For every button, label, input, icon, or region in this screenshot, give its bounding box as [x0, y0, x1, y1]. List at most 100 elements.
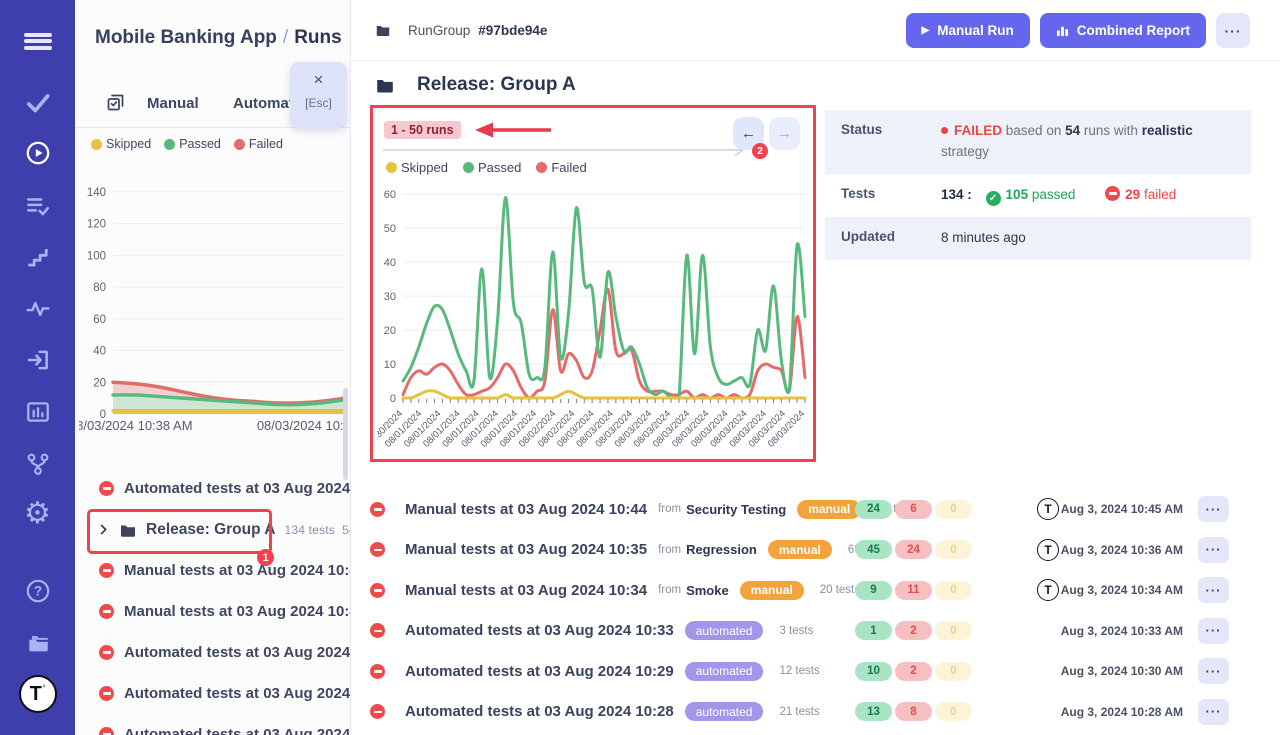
skipped-pill: 0	[935, 500, 972, 519]
app-logo[interactable]: T'	[19, 675, 57, 713]
legend-failed[interactable]: Failed	[536, 160, 586, 175]
failed-dot-icon	[234, 139, 245, 150]
updated-row: Updated 8 minutes ago	[825, 217, 1251, 260]
svg-text:40: 40	[384, 257, 396, 269]
list-item[interactable]: Automated tests at 03 Aug 2024 10	[75, 673, 351, 714]
panel-scrollbar[interactable]	[343, 388, 348, 480]
breadcrumb-project[interactable]: Mobile Banking App	[95, 27, 277, 48]
menu-icon[interactable]	[23, 26, 53, 56]
status-value: FAILED	[954, 123, 1002, 138]
skipped-dot-icon	[386, 162, 397, 173]
runs-mini-chart: 02040608010012014008/03/2024 10:38 AM08/…	[79, 154, 347, 454]
next-runs-button[interactable]: →	[769, 117, 800, 150]
table-row[interactable]: Automated tests at 03 Aug 2024 10:29 aut…	[370, 651, 1229, 692]
svg-text:120: 120	[87, 219, 106, 231]
chevron-right-icon[interactable]	[97, 523, 110, 536]
manual-tag: manual	[797, 500, 861, 519]
row-more-button[interactable]: ···	[1198, 658, 1229, 684]
main-chart-legend: Skipped Passed Failed	[386, 160, 587, 175]
passed-pill: 1	[855, 621, 892, 640]
gear-icon[interactable]: ⚙	[23, 499, 53, 529]
failed-pill: 24	[895, 540, 932, 559]
row-more-button[interactable]: ···	[1198, 537, 1229, 563]
tests-row: Tests 134 : ✓105 passed 29 failed	[825, 174, 1251, 217]
close-icon[interactable]: ×	[290, 71, 347, 88]
steps-icon[interactable]	[23, 243, 53, 273]
manual-run-button[interactable]: ▶ Manual Run	[906, 13, 1030, 48]
table-row[interactable]: Automated tests at 03 Aug 2024 10:28 aut…	[370, 692, 1229, 733]
runs-table: Manual tests at 03 Aug 2024 10:44 fromSe…	[370, 489, 1229, 732]
failed-count: 29	[1125, 187, 1140, 202]
row-more-button[interactable]: ···	[1198, 496, 1229, 522]
result-pills: 2460	[855, 500, 972, 519]
tests-total: 134 :	[941, 187, 972, 202]
list-item-release-group[interactable]: Release: Group A 134 tests 54 r	[75, 509, 351, 550]
failed-pill: 8	[895, 702, 932, 721]
pulse-icon[interactable]	[23, 294, 53, 324]
legend-skipped[interactable]: Skipped	[91, 137, 151, 151]
rungroup-id: #97bde94e	[478, 23, 547, 38]
failed-minus-icon	[99, 563, 114, 578]
passed-dot-icon	[463, 162, 474, 173]
list-item[interactable]: Manual tests at 03 Aug 2024 10:42	[75, 591, 351, 632]
test-plan-icon[interactable]	[23, 191, 53, 221]
run-checklist-icon[interactable]	[105, 92, 126, 118]
check-icon[interactable]	[23, 88, 53, 118]
play-icon: ▶	[922, 25, 930, 36]
skipped-pill: 0	[935, 621, 972, 640]
failed-minus-icon	[99, 727, 114, 735]
failed-minus-icon	[1105, 186, 1120, 201]
svg-text:20: 20	[384, 325, 396, 337]
branch-icon[interactable]	[23, 449, 53, 479]
breadcrumb: Mobile Banking App/Runs	[95, 27, 342, 49]
legend-passed[interactable]: Passed	[463, 160, 521, 175]
failed-minus-icon	[99, 686, 114, 701]
result-pills: 1380	[855, 702, 972, 721]
result-pills: 45240	[855, 540, 972, 559]
row-more-button[interactable]: ···	[1198, 618, 1229, 644]
manual-tag: manual	[768, 540, 832, 559]
esc-popup: × [Esc]	[290, 62, 347, 128]
runs-history-chart: 010203040506007/30/202408/01/202408/01/2…	[377, 176, 811, 460]
svg-text:80: 80	[93, 282, 106, 294]
svg-text:08/03/2024 10:38 AM: 08/03/2024 10:38 AM	[79, 418, 193, 433]
release-title: Release: Group A	[417, 74, 576, 96]
table-row[interactable]: Manual tests at 03 Aug 2024 10:35 fromRe…	[370, 530, 1229, 571]
combined-report-button[interactable]: Combined Report	[1040, 13, 1206, 48]
play-circle-icon[interactable]	[23, 138, 53, 168]
legend-skipped[interactable]: Skipped	[386, 160, 448, 175]
list-item[interactable]: Automated tests at 03 Aug 2024 10	[75, 468, 351, 509]
table-row[interactable]: Manual tests at 03 Aug 2024 10:34 fromSm…	[370, 570, 1229, 611]
list-item[interactable]: Automated tests at 03 Aug 2024 10	[75, 714, 351, 735]
mini-chart-legend: Skipped Passed Failed	[91, 137, 283, 151]
svg-text:30: 30	[384, 291, 396, 303]
legend-passed[interactable]: Passed	[164, 137, 221, 151]
run-timestamp: Aug 3, 2024 10:28 AM	[1033, 705, 1183, 719]
help-icon[interactable]: ?	[23, 576, 53, 606]
more-options-button[interactable]: ···	[1216, 13, 1250, 48]
svg-text:100: 100	[87, 250, 106, 262]
skipped-pill: 0	[935, 540, 972, 559]
failed-minus-icon	[99, 645, 114, 660]
row-more-button[interactable]: ···	[1198, 577, 1229, 603]
list-item[interactable]: Manual tests at 03 Aug 2024 10:43	[75, 550, 351, 591]
passed-pill: 10	[855, 662, 892, 681]
tab-manual[interactable]: Manual	[147, 95, 199, 112]
sign-in-icon[interactable]	[23, 345, 53, 375]
bar-chart-icon	[1056, 24, 1069, 37]
group-meta: 134 tests 54 r	[285, 523, 352, 537]
release-heading: Release: Group A	[375, 74, 576, 96]
svg-text:140: 140	[87, 187, 106, 199]
projects-folders-icon[interactable]	[23, 628, 53, 658]
list-item[interactable]: Automated tests at 03 Aug 2024 10	[75, 632, 351, 673]
legend-failed[interactable]: Failed	[234, 137, 283, 151]
failed-pill: 2	[895, 621, 932, 640]
table-row[interactable]: Automated tests at 03 Aug 2024 10:33 aut…	[370, 611, 1229, 652]
manual-tag: manual	[740, 581, 804, 600]
run-timestamp: Aug 3, 2024 10:33 AM	[1033, 624, 1183, 638]
automated-tag: automated	[685, 702, 764, 721]
table-row[interactable]: Manual tests at 03 Aug 2024 10:44 fromSe…	[370, 489, 1229, 530]
row-more-button[interactable]: ···	[1198, 699, 1229, 725]
report-chart-icon[interactable]	[23, 397, 53, 427]
passed-pill: 24	[855, 500, 892, 519]
